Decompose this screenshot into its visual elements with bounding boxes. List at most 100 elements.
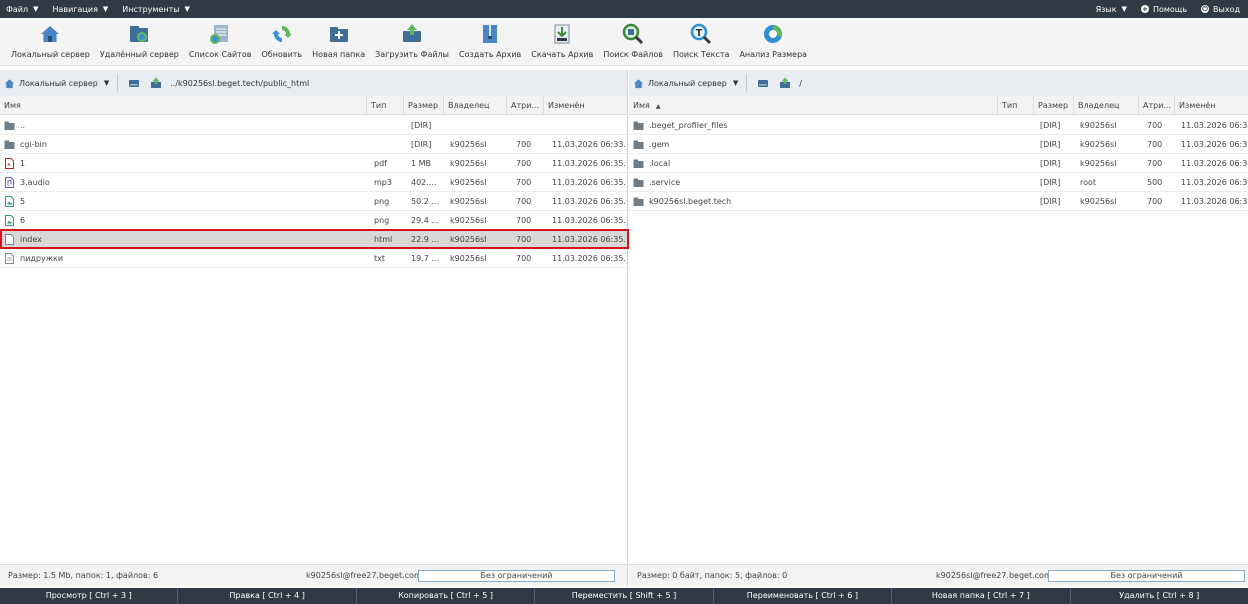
right-statusbar: Размер: 0 байт, папок: 5, файлов: 0 k902… xyxy=(629,564,1248,586)
cell-owner: k90256sl xyxy=(1080,159,1117,168)
left-server-select[interactable]: Локальный сервер ▼ xyxy=(4,74,119,92)
folder-icon xyxy=(633,159,644,168)
table-row[interactable]: 6 png 29.4 ... k90256sl 700 11.03.2026 06:35.… xyxy=(0,211,627,230)
table-row[interactable]: .service [DIR] root 500 11.03.2026 06:33... xyxy=(629,173,1248,192)
col-modified[interactable]: Изменён xyxy=(1175,96,1248,115)
cell-attr: 700 xyxy=(1147,121,1163,130)
table-row[interactable]: 3.audio mp3 402.... k90256sl 700 11.03.2026 0… xyxy=(0,173,627,192)
menu-navigation[interactable]: Навигация ▼ xyxy=(47,0,117,18)
col-owner[interactable]: Владелец xyxy=(1074,96,1139,115)
tool-create-archive[interactable]: Создать Архив xyxy=(454,18,526,66)
fn-edit-button[interactable]: Правка [ Ctrl + 4 ] xyxy=(178,588,357,604)
left-file-list: .. [DIR] cgi-bin [DIR] k90256sl 700 11.03.2026… xyxy=(0,116,627,268)
folder-icon xyxy=(4,121,15,130)
menu-help[interactable]: + Помощь xyxy=(1135,0,1195,18)
col-type[interactable]: Тип xyxy=(367,96,404,115)
drive-icon[interactable] xyxy=(757,77,769,89)
left-limit-field[interactable]: Без ограничений xyxy=(418,570,615,582)
menu-tools[interactable]: Инструменты ▼ xyxy=(116,0,198,18)
table-row[interactable]: index html 22.9 ... k90256sl 700 11.03.2026 0… xyxy=(0,230,627,249)
folder-icon xyxy=(633,121,644,130)
fn-copy-button[interactable]: Копировать [ Ctrl + 5 ] xyxy=(357,588,536,604)
col-name[interactable]: Имя xyxy=(0,96,367,115)
col-type[interactable]: Тип xyxy=(998,96,1034,115)
toolbar: Локальный сервер Удалённый сервер Список… xyxy=(0,18,1248,66)
cell-modified: 11.03.2026 06:35... xyxy=(552,159,626,168)
cell-modified: 11.03.2026 06:35... xyxy=(552,178,626,187)
folder-icon xyxy=(633,178,644,187)
tool-file-search[interactable]: Поиск Файлов xyxy=(598,18,668,66)
cell-name: .. xyxy=(20,121,26,130)
fn-view-button[interactable]: Просмотр [ Ctrl + 3 ] xyxy=(0,588,179,604)
menu-help-label: Помощь xyxy=(1152,4,1188,14)
cell-owner: root xyxy=(1080,178,1097,187)
table-row[interactable]: .beget_profiler_files [DIR] k90256sl 700 11.… xyxy=(629,116,1248,135)
cell-type: png xyxy=(374,197,390,206)
col-attr[interactable]: Атри... xyxy=(507,96,544,115)
cell-size: 50.2 ... xyxy=(411,197,439,206)
parent-folder-icon[interactable] xyxy=(150,77,162,89)
tool-text-search[interactable]: T Поиск Текста xyxy=(668,18,734,66)
cell-modified: 11.03.2026 06:35... xyxy=(552,254,626,263)
cell-type xyxy=(374,116,406,135)
col-attr[interactable]: Атри... xyxy=(1139,96,1175,115)
caret-down-icon: ▼ xyxy=(102,5,109,13)
menu-language[interactable]: Язык ▼ xyxy=(1090,0,1135,18)
table-row[interactable]: cgi-bin [DIR] k90256sl 700 11.03.2026 06:33.… xyxy=(0,135,627,154)
cell-name: 6 xyxy=(20,216,26,225)
col-name-label: Имя xyxy=(633,101,650,110)
tool-remote-server[interactable]: Удалённый сервер xyxy=(95,18,184,66)
image-file-icon xyxy=(5,215,14,226)
fn-move-button[interactable]: Переместить [ Shift + 5 ] xyxy=(535,588,714,604)
right-limit-field[interactable]: Без ограничений xyxy=(1048,570,1245,582)
tool-local-server[interactable]: Локальный сервер xyxy=(6,18,95,66)
menu-file[interactable]: Файл ▼ xyxy=(0,0,47,18)
col-modified[interactable]: Изменён xyxy=(544,96,628,115)
tool-refresh[interactable]: Обновить xyxy=(257,18,308,66)
right-server-select[interactable]: Локальный сервер ▼ xyxy=(633,74,748,92)
parent-folder-icon[interactable] xyxy=(779,77,791,89)
table-row[interactable]: k90256sl.beget.tech [DIR] k90256sl 700 11.03… xyxy=(629,192,1248,211)
right-pathbar: Локальный сервер ▼ / xyxy=(629,70,1248,96)
tool-sites-list[interactable]: Список Сайтов xyxy=(184,18,257,66)
tool-download-archive[interactable]: Скачать Архив xyxy=(526,18,598,66)
table-row[interactable]: .local [DIR] k90256sl 700 11.03.2026 06:33..… xyxy=(629,154,1248,173)
tool-new-folder[interactable]: Новая папка xyxy=(307,18,370,66)
table-row[interactable]: 5 png 50.2 ... k90256sl 700 11.03.2026 06:35.… xyxy=(0,192,627,211)
menu-logout[interactable]: ⏻ Выход xyxy=(1195,0,1248,18)
cell-attr: 700 xyxy=(1147,140,1163,149)
fn-delete-button[interactable]: Удалить [ Ctrl + 8 ] xyxy=(1071,588,1248,604)
cell-attr: 700 xyxy=(1147,159,1163,168)
cell-attr: 700 xyxy=(516,254,532,263)
table-row[interactable]: пидружки txt 19.7 ... k90256sl 700 11.03.2026… xyxy=(0,249,627,268)
col-size[interactable]: Размер xyxy=(404,96,444,115)
cell-name: cgi-bin xyxy=(20,140,47,149)
drive-icon[interactable] xyxy=(128,77,140,89)
table-row[interactable]: 1 pdf 1 MB k90256sl 700 11.03.2026 06:35... xyxy=(0,154,627,173)
cell-modified: 11.03.2026 06:33... xyxy=(552,140,626,149)
cell-owner: k90256sl xyxy=(450,254,487,263)
cell-attr: 700 xyxy=(516,235,532,244)
audio-file-icon xyxy=(5,177,14,188)
col-size[interactable]: Размер xyxy=(1034,96,1074,115)
cell-modified xyxy=(552,116,626,135)
fn-new-folder-button[interactable]: Новая папка [ Ctrl + 7 ] xyxy=(892,588,1071,604)
cell-type xyxy=(1003,116,1035,135)
cell-owner xyxy=(450,116,506,135)
tool-label: Список Сайтов xyxy=(188,50,252,59)
table-row[interactable]: .. [DIR] xyxy=(0,116,627,135)
cell-attr xyxy=(516,116,544,135)
menu-logout-label: Выход xyxy=(1213,4,1240,14)
cell-name: index xyxy=(20,235,42,244)
tool-size-analysis[interactable]: Анализ Размера xyxy=(734,18,812,66)
folder-icon xyxy=(633,197,644,206)
col-owner[interactable]: Владелец xyxy=(444,96,507,115)
cell-type xyxy=(1003,192,1035,211)
fn-rename-button[interactable]: Переименовать [ Ctrl + 6 ] xyxy=(714,588,893,604)
col-name[interactable]: Имя ▲ xyxy=(629,96,998,115)
tool-label: Загрузить Файлы xyxy=(375,50,449,59)
table-row[interactable]: .gem [DIR] k90256sl 700 11.03.2026 06:33... xyxy=(629,135,1248,154)
tool-upload-files[interactable]: Загрузить Файлы xyxy=(370,18,454,66)
sort-asc-icon: ▲ xyxy=(655,103,661,110)
cell-type: mp3 xyxy=(374,178,392,187)
